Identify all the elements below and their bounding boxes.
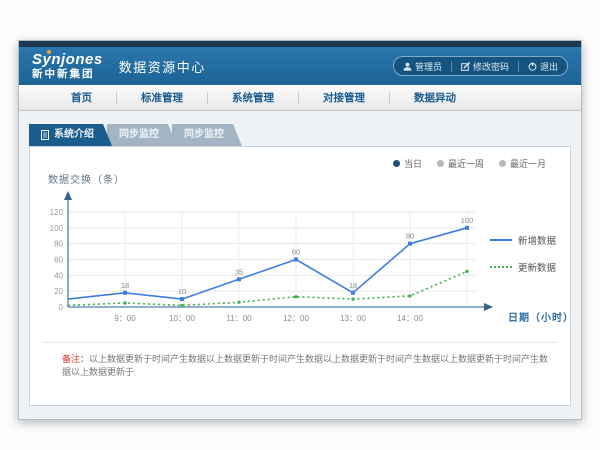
logo-dot-accent [47,50,51,54]
note-text: 以上数据更新于时间产生数据以上数据更新于时间产生数据以上数据更新于时间产生数据以… [62,354,548,377]
content-area: 系统介绍 同步监控 同步监控 当日 最近一周 最近一月 数据交换（条） 0 20 40 60 8… [19,111,581,419]
x-tick-label: 14：00 [397,314,423,323]
series-marker-0 [408,242,412,246]
person-icon [403,62,412,71]
app-window: Synjones 新中新集团 数据资源中心 管理员 修改密码 退出 [18,40,582,420]
chart-panel: 当日 最近一周 最近一月 数据交换（条） 0 20 40 60 80 100 120 9：00 10… [29,146,571,406]
x-tick-label: 10：00 [169,314,195,323]
legend-item-0[interactable]: 新增数据 [490,233,556,247]
document-icon [41,130,49,140]
point-label: 35 [235,267,243,276]
x-tick-label: 11：00 [226,314,252,323]
nav-item-1[interactable]: 标准管理 [117,85,207,111]
series-marker-0 [180,297,184,301]
point-label: 10 [178,287,186,296]
legend-line-sample [490,266,512,268]
nav-item-4[interactable]: 数据异动 [390,85,480,111]
point-label: 18 [349,281,357,290]
point-label: 18 [121,281,129,290]
tab-0[interactable]: 系统介绍 [29,124,112,146]
tab-label: 同步监控 [119,124,159,146]
chart-legend: 新增数据更新数据 [490,233,556,274]
page-background: Synjones 新中新集团 数据资源中心 管理员 修改密码 退出 [0,0,600,450]
radio-dot-icon [393,160,400,167]
point-label: 100 [461,216,474,225]
user-account-button[interactable]: 管理员 [394,57,451,75]
y-tick-label: 0 [59,303,64,312]
change-password-button[interactable]: 修改密码 [452,57,518,75]
point-label: 80 [406,232,414,241]
x-tick-label: 9：00 [114,314,136,323]
tab-1[interactable]: 同步监控 [107,124,177,146]
logout-label: 退出 [540,60,558,73]
series-marker-1 [466,270,469,273]
tab-label: 系统介绍 [54,124,94,146]
tab-2[interactable]: 同步监控 [172,124,242,146]
user-label: 管理员 [415,60,442,73]
y-axis-title: 数据交换（条） [48,171,125,186]
radio-dot-icon [437,160,444,167]
radio-label: 最近一周 [448,157,484,170]
note-divider [42,342,558,343]
x-tick-label: 13：00 [340,314,366,323]
y-tick-label: 40 [54,271,63,280]
y-tick-label: 20 [54,287,63,296]
x-axis-arrow-icon [484,303,493,311]
nav-item-3[interactable]: 对接管理 [299,85,389,111]
series-marker-1 [409,294,412,297]
series-marker-0 [465,226,469,230]
nav-item-0[interactable]: 首页 [47,85,116,111]
legend-item-1[interactable]: 更新数据 [490,260,556,274]
note-prefix: 备注： [62,354,89,364]
tab-bar: 系统介绍 同步监控 同步监控 [29,124,237,146]
line-chart: 0 20 40 60 80 100 120 9：00 10：00 11：00 12：00 13：00 1… [38,187,508,329]
point-label: 60 [292,248,300,257]
logo-subtext: 新中新集团 [32,69,103,80]
nav-item-2[interactable]: 系统管理 [208,85,298,111]
radio-label: 最近一月 [510,157,546,170]
series-marker-0 [294,258,298,262]
logo-text: Synjones [32,52,103,67]
filter-group: 当日 最近一周 最近一月 [393,157,546,170]
series-marker-1 [295,295,298,298]
series-marker-1 [181,304,184,307]
app-header: Synjones 新中新集团 数据资源中心 管理员 修改密码 退出 [19,47,581,85]
legend-label: 新增数据 [518,233,556,247]
y-tick-label: 60 [54,256,63,265]
y-tick-label: 120 [50,208,64,217]
page-title: 数据资源中心 [119,57,206,76]
change-password-label: 修改密码 [473,60,509,73]
logout-button[interactable]: 退出 [519,57,567,75]
y-axis-arrow-icon [64,191,72,200]
logout-icon [528,62,537,71]
user-toolbar: 管理员 修改密码 退出 [393,56,568,76]
footer-note: 备注：以上数据更新于时间产生数据以上数据更新于时间产生数据以上数据更新于时间产生… [62,353,552,378]
y-tick-label: 100 [50,224,64,233]
series-marker-0 [123,291,127,295]
radio-label: 当日 [404,157,422,170]
series-marker-1 [238,301,241,304]
filter-option-2[interactable]: 最近一月 [499,157,546,170]
radio-dot-icon [499,160,506,167]
series-marker-1 [124,302,127,305]
series-marker-0 [237,277,241,281]
y-tick-label: 80 [54,240,63,249]
main-nav: 首页标准管理系统管理对接管理数据异动 [19,85,581,111]
legend-line-sample [490,239,512,241]
edit-icon [461,62,470,71]
filter-option-0[interactable]: 当日 [393,157,422,170]
x-axis-title: 日期（小时） [508,309,570,324]
x-tick-label: 12：00 [283,314,309,323]
series-marker-0 [351,291,355,295]
legend-label: 更新数据 [518,260,556,274]
tab-label: 同步监控 [184,124,224,146]
company-logo: Synjones 新中新集团 [32,52,103,80]
filter-option-1[interactable]: 最近一周 [437,157,484,170]
series-marker-1 [352,298,355,301]
